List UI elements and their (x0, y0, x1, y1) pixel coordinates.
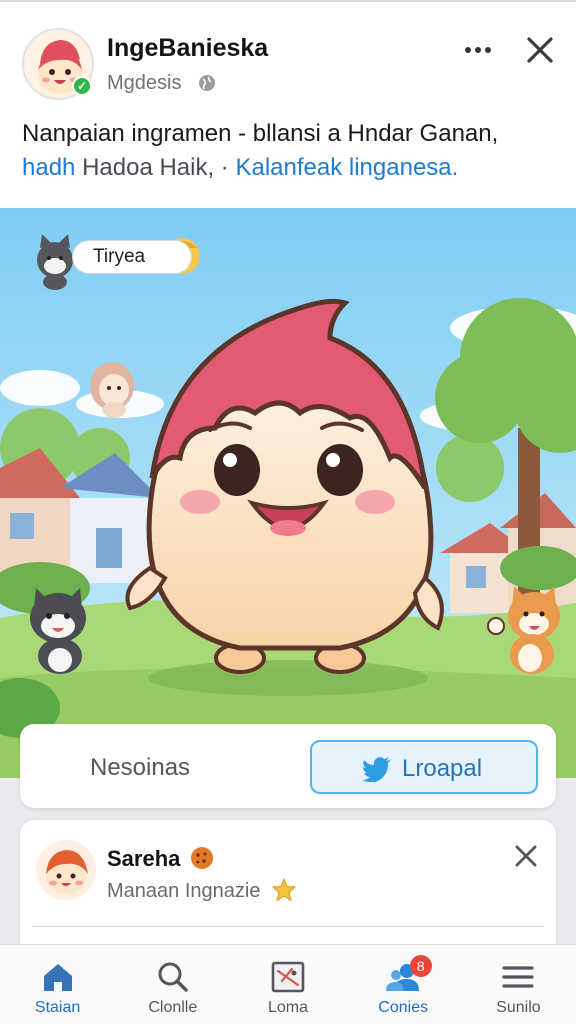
close-post-button[interactable] (520, 30, 560, 70)
avatar (46, 850, 88, 894)
verified-check-icon: ✓ (72, 76, 92, 96)
more-dots-icon (465, 47, 491, 53)
caption-line-1: Nanpaian ingramen - bllansi a Hndar Gana… (22, 120, 499, 147)
divider (32, 926, 544, 927)
commenter-subtitle: Manaan Ingnazie (107, 880, 261, 902)
share-label: Lroapal (402, 755, 483, 782)
post-header: ✓ IngeBanieska Mgdesis Nanpaian ingramen… (0, 0, 576, 208)
globe-icon (199, 75, 215, 91)
nav-label-friends: Conies (378, 999, 429, 1016)
nav-item-search[interactable]: Clonlle (115, 945, 230, 1024)
bottom-nav: Staian Clonlle Loma 8 Conies Sunilo (0, 944, 576, 1024)
author-avatar[interactable]: ✓ (22, 28, 94, 100)
close-icon (527, 37, 553, 63)
author-name[interactable]: IngeBanieska (107, 34, 268, 63)
action-card: Nesoinas Lroapal (20, 724, 556, 808)
author-subtitle: Mgdesis (107, 72, 182, 94)
nav-item-friends[interactable]: 8 Conies (346, 945, 461, 1024)
image-icon (271, 961, 305, 993)
post-image[interactable]: Tiryea (0, 208, 576, 778)
nav-item-home[interactable]: Staian (0, 945, 115, 1024)
search-icon (158, 962, 188, 992)
caption-link-1[interactable]: hadh (22, 154, 75, 181)
dismiss-comment-button[interactable] (512, 842, 540, 870)
menu-icon (502, 966, 535, 988)
home-icon (43, 964, 72, 991)
close-icon (515, 845, 537, 867)
cartoon-illustration (0, 208, 576, 778)
nav-item-media[interactable]: Loma (230, 945, 345, 1024)
nav-label-menu: Sunilo (496, 999, 541, 1016)
cookie-icon (191, 847, 213, 869)
share-twitter-button[interactable]: Lroapal (310, 740, 538, 794)
comment-card: Sareha Manaan Ingnazie (20, 820, 556, 960)
caption-line-2: hadh Hadoa Haik, · Kalanfeak linganesa. (22, 154, 458, 182)
speech-bubble: Tiryea (72, 240, 192, 274)
star-icon (272, 878, 296, 902)
nav-label-search: Clonlle (148, 999, 198, 1016)
bird-icon (362, 757, 391, 782)
caption-link-2[interactable]: Kalanfeak linganesa. (235, 154, 458, 181)
more-options-button[interactable] (458, 32, 498, 68)
notification-badge: 8 (409, 955, 432, 977)
commenter-name[interactable]: Sareha (107, 846, 180, 872)
nesoinas-button[interactable]: Nesoinas (90, 754, 190, 782)
caption-text: Hadoa Haik, · (82, 154, 229, 181)
nav-item-menu[interactable]: Sunilo (461, 945, 576, 1024)
nav-label-media: Loma (267, 999, 309, 1016)
nav-label-home: Staian (34, 999, 81, 1016)
commenter-avatar[interactable] (36, 840, 96, 900)
